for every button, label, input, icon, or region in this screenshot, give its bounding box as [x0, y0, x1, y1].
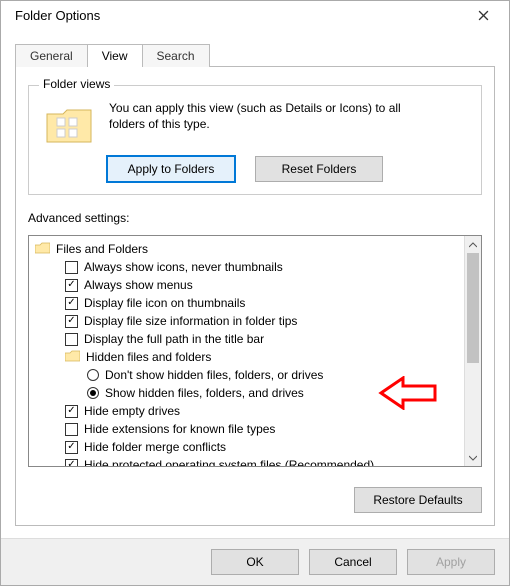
- tree-item-11[interactable]: Hide protected operating system files (R…: [31, 456, 462, 466]
- cancel-button[interactable]: Cancel: [309, 549, 397, 575]
- tree-item-2[interactable]: Display file icon on thumbnails: [31, 294, 462, 312]
- folder-icon: [45, 106, 93, 146]
- tree-body: Files and Folders Always show icons, neve…: [29, 236, 464, 466]
- tab-search[interactable]: Search: [142, 44, 210, 67]
- tree-item-9[interactable]: Hide extensions for known file types: [31, 420, 462, 438]
- apply-to-folders-button[interactable]: Apply to Folders: [107, 156, 235, 182]
- tree-item-label: Hide folder merge conflicts: [84, 440, 226, 454]
- tree-item-10[interactable]: Hide folder merge conflicts: [31, 438, 462, 456]
- checkbox-icon[interactable]: [65, 333, 78, 346]
- tree-item-3[interactable]: Display file size information in folder …: [31, 312, 462, 330]
- checkbox-icon[interactable]: [65, 315, 78, 328]
- tab-panel-view: Folder views You can apply this view (su…: [15, 66, 495, 526]
- advanced-settings-label: Advanced settings:: [28, 211, 482, 225]
- tree-item-label: Display file size information in folder …: [84, 314, 297, 328]
- restore-defaults-label: Restore Defaults: [373, 493, 462, 507]
- scroll-track[interactable]: [465, 253, 481, 449]
- tree-item-label: Hidden files and folders: [86, 350, 211, 364]
- tab-general[interactable]: General: [15, 44, 88, 67]
- tree-root-label: Files and Folders: [56, 242, 148, 256]
- tree-item-label: Don't show hidden files, folders, or dri…: [105, 368, 323, 382]
- chevron-up-icon: [469, 242, 477, 248]
- tree-item-label: Show hidden files, folders, and drives: [105, 386, 304, 400]
- checkbox-icon[interactable]: [65, 441, 78, 454]
- checkbox-icon[interactable]: [65, 423, 78, 436]
- apply-to-folders-label: Apply to Folders: [128, 162, 215, 176]
- folder-options-window: Folder Options General View Search Folde…: [0, 0, 510, 586]
- ok-label: OK: [246, 555, 263, 569]
- checkbox-icon[interactable]: [65, 459, 78, 467]
- tree-item-6[interactable]: Don't show hidden files, folders, or dri…: [31, 366, 462, 384]
- tree-item-7[interactable]: Show hidden files, folders, and drives: [31, 384, 462, 402]
- folder-views-legend: Folder views: [39, 77, 114, 91]
- folder-views-group: Folder views You can apply this view (su…: [28, 85, 482, 195]
- tree-item-label: Display file icon on thumbnails: [84, 296, 245, 310]
- tree-item-5[interactable]: Hidden files and folders: [31, 348, 462, 366]
- scroll-thumb[interactable]: [467, 253, 479, 363]
- checkbox-icon[interactable]: [65, 297, 78, 310]
- checkbox-icon[interactable]: [65, 261, 78, 274]
- reset-folders-button[interactable]: Reset Folders: [255, 156, 383, 182]
- tree-item-label: Hide protected operating system files (R…: [84, 458, 374, 466]
- checkbox-icon[interactable]: [65, 405, 78, 418]
- tree-item-4[interactable]: Display the full path in the title bar: [31, 330, 462, 348]
- tree-item-label: Hide empty drives: [84, 404, 180, 418]
- tree-item-0[interactable]: Always show icons, never thumbnails: [31, 258, 462, 276]
- checkbox-icon[interactable]: [65, 279, 78, 292]
- chevron-down-icon: [469, 455, 477, 461]
- tab-view[interactable]: View: [87, 44, 143, 67]
- window-title: Folder Options: [15, 8, 100, 23]
- advanced-settings-tree[interactable]: Files and Folders Always show icons, neve…: [28, 235, 482, 467]
- vertical-scrollbar[interactable]: [464, 236, 481, 466]
- titlebar: Folder Options: [1, 1, 509, 30]
- restore-defaults-button[interactable]: Restore Defaults: [354, 487, 482, 513]
- scroll-down-button[interactable]: [465, 449, 481, 466]
- folder-views-description: You can apply this view (such as Details…: [109, 100, 439, 132]
- close-button[interactable]: [463, 2, 503, 30]
- client-area: General View Search Folder views You can…: [1, 30, 509, 538]
- tree-item-label: Display the full path in the title bar: [84, 332, 264, 346]
- radio-icon[interactable]: [87, 369, 99, 381]
- tree-item-label: Always show menus: [84, 278, 193, 292]
- dialog-button-row: OK Cancel Apply: [1, 538, 509, 585]
- close-icon: [478, 10, 489, 21]
- tree-root-files-and-folders[interactable]: Files and Folders: [31, 240, 462, 258]
- radio-icon[interactable]: [87, 387, 99, 399]
- tree-item-label: Always show icons, never thumbnails: [84, 260, 283, 274]
- apply-label: Apply: [436, 555, 466, 569]
- ok-button[interactable]: OK: [211, 549, 299, 575]
- folder-icon: [35, 242, 50, 257]
- folder-icon: [65, 350, 80, 365]
- tree-item-8[interactable]: Hide empty drives: [31, 402, 462, 420]
- tab-strip: General View Search: [15, 40, 495, 66]
- scroll-up-button[interactable]: [465, 236, 481, 253]
- tree-item-label: Hide extensions for known file types: [84, 422, 275, 436]
- tree-item-1[interactable]: Always show menus: [31, 276, 462, 294]
- reset-folders-label: Reset Folders: [282, 162, 357, 176]
- apply-button[interactable]: Apply: [407, 549, 495, 575]
- cancel-label: Cancel: [334, 555, 371, 569]
